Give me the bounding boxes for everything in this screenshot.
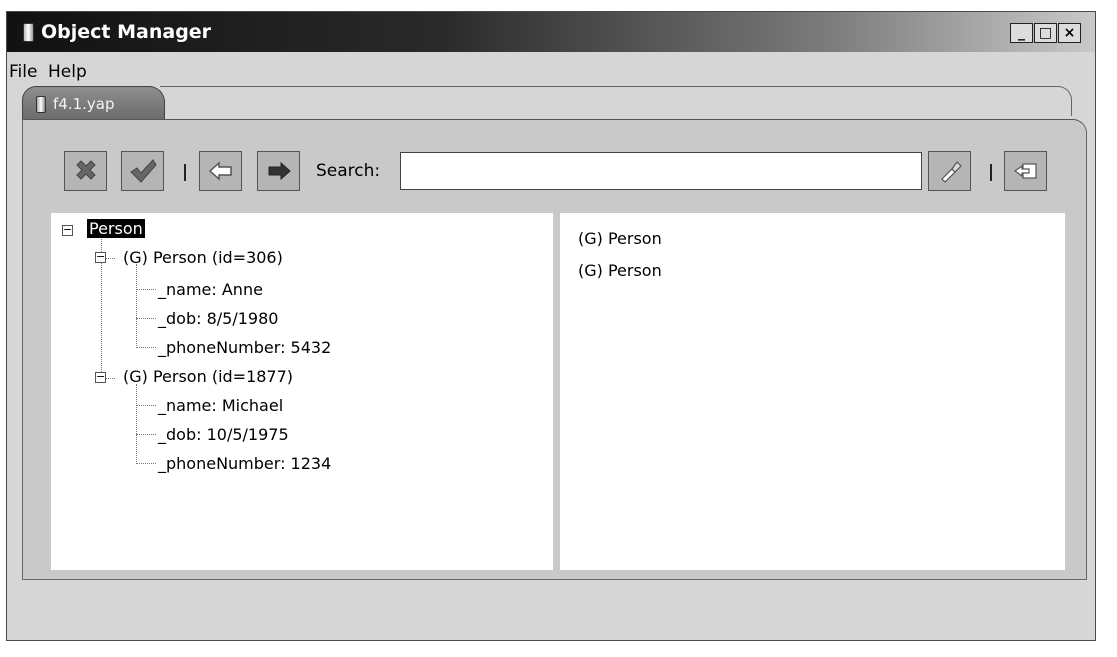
menu-help[interactable]: Help	[48, 62, 87, 82]
tree-node-field[interactable]: _name: Michael	[158, 396, 283, 415]
toolbar-separator	[184, 164, 186, 181]
database-icon	[36, 96, 46, 113]
flashlight-icon	[940, 161, 962, 183]
list-item[interactable]: (G) Person	[578, 261, 662, 280]
database-icon	[23, 23, 34, 42]
tree-connector	[136, 318, 156, 319]
tab-strip-border	[160, 86, 1072, 116]
minimize-button[interactable]: _	[1010, 23, 1033, 43]
arrow-left-icon	[208, 161, 232, 181]
window-title: Object Manager	[41, 21, 212, 43]
forward-button[interactable]	[257, 151, 300, 191]
checkmark-icon	[129, 159, 157, 183]
tree-node-field[interactable]: _dob: 10/5/1975	[158, 425, 289, 444]
tree-root-person[interactable]: Person	[87, 219, 145, 238]
tab-f4-yap[interactable]: f4.1.yap	[22, 86, 165, 120]
toolbar-separator	[990, 164, 992, 181]
tree-connector	[136, 289, 156, 290]
tree-node-object[interactable]: (G) Person (id=1877)	[123, 367, 293, 386]
commit-button[interactable]	[121, 151, 164, 191]
back-button[interactable]	[199, 151, 242, 191]
menu-file[interactable]: File	[9, 62, 37, 82]
search-button[interactable]	[928, 151, 971, 191]
tree-node-field[interactable]: _phoneNumber: 1234	[158, 454, 331, 473]
close-button[interactable]: ×	[1058, 23, 1081, 43]
maximize-button[interactable]: □	[1034, 23, 1057, 43]
collapse-toggle[interactable]: −	[95, 371, 106, 383]
x-icon	[75, 160, 96, 180]
arrow-right-icon	[268, 161, 291, 181]
tree-node-field[interactable]: _dob: 8/5/1980	[158, 309, 278, 328]
search-label: Search:	[316, 161, 381, 181]
tab-label: f4.1.yap	[53, 95, 115, 113]
tree-connector	[136, 347, 156, 348]
list-item[interactable]: (G) Person	[578, 229, 662, 248]
tree-node-field[interactable]: _name: Anne	[158, 280, 263, 299]
menu-bar: File Help	[7, 52, 1095, 86]
search-input[interactable]	[400, 152, 922, 190]
export-button[interactable]	[1004, 151, 1047, 191]
tree-connector	[136, 264, 137, 348]
tree-connector	[136, 405, 156, 406]
tree-connector	[136, 434, 156, 435]
tree-connector	[136, 463, 156, 464]
tree-node-field[interactable]: _phoneNumber: 5432	[158, 338, 331, 357]
collapse-toggle[interactable]: −	[62, 224, 73, 236]
title-bar[interactable]: Object Manager _ □ ×	[7, 12, 1095, 52]
tree-connector	[136, 384, 137, 464]
export-icon	[1013, 163, 1037, 179]
delete-button[interactable]	[64, 151, 107, 191]
tree-node-object[interactable]: (G) Person (id=306)	[123, 248, 283, 267]
collapse-toggle[interactable]: −	[95, 251, 106, 263]
